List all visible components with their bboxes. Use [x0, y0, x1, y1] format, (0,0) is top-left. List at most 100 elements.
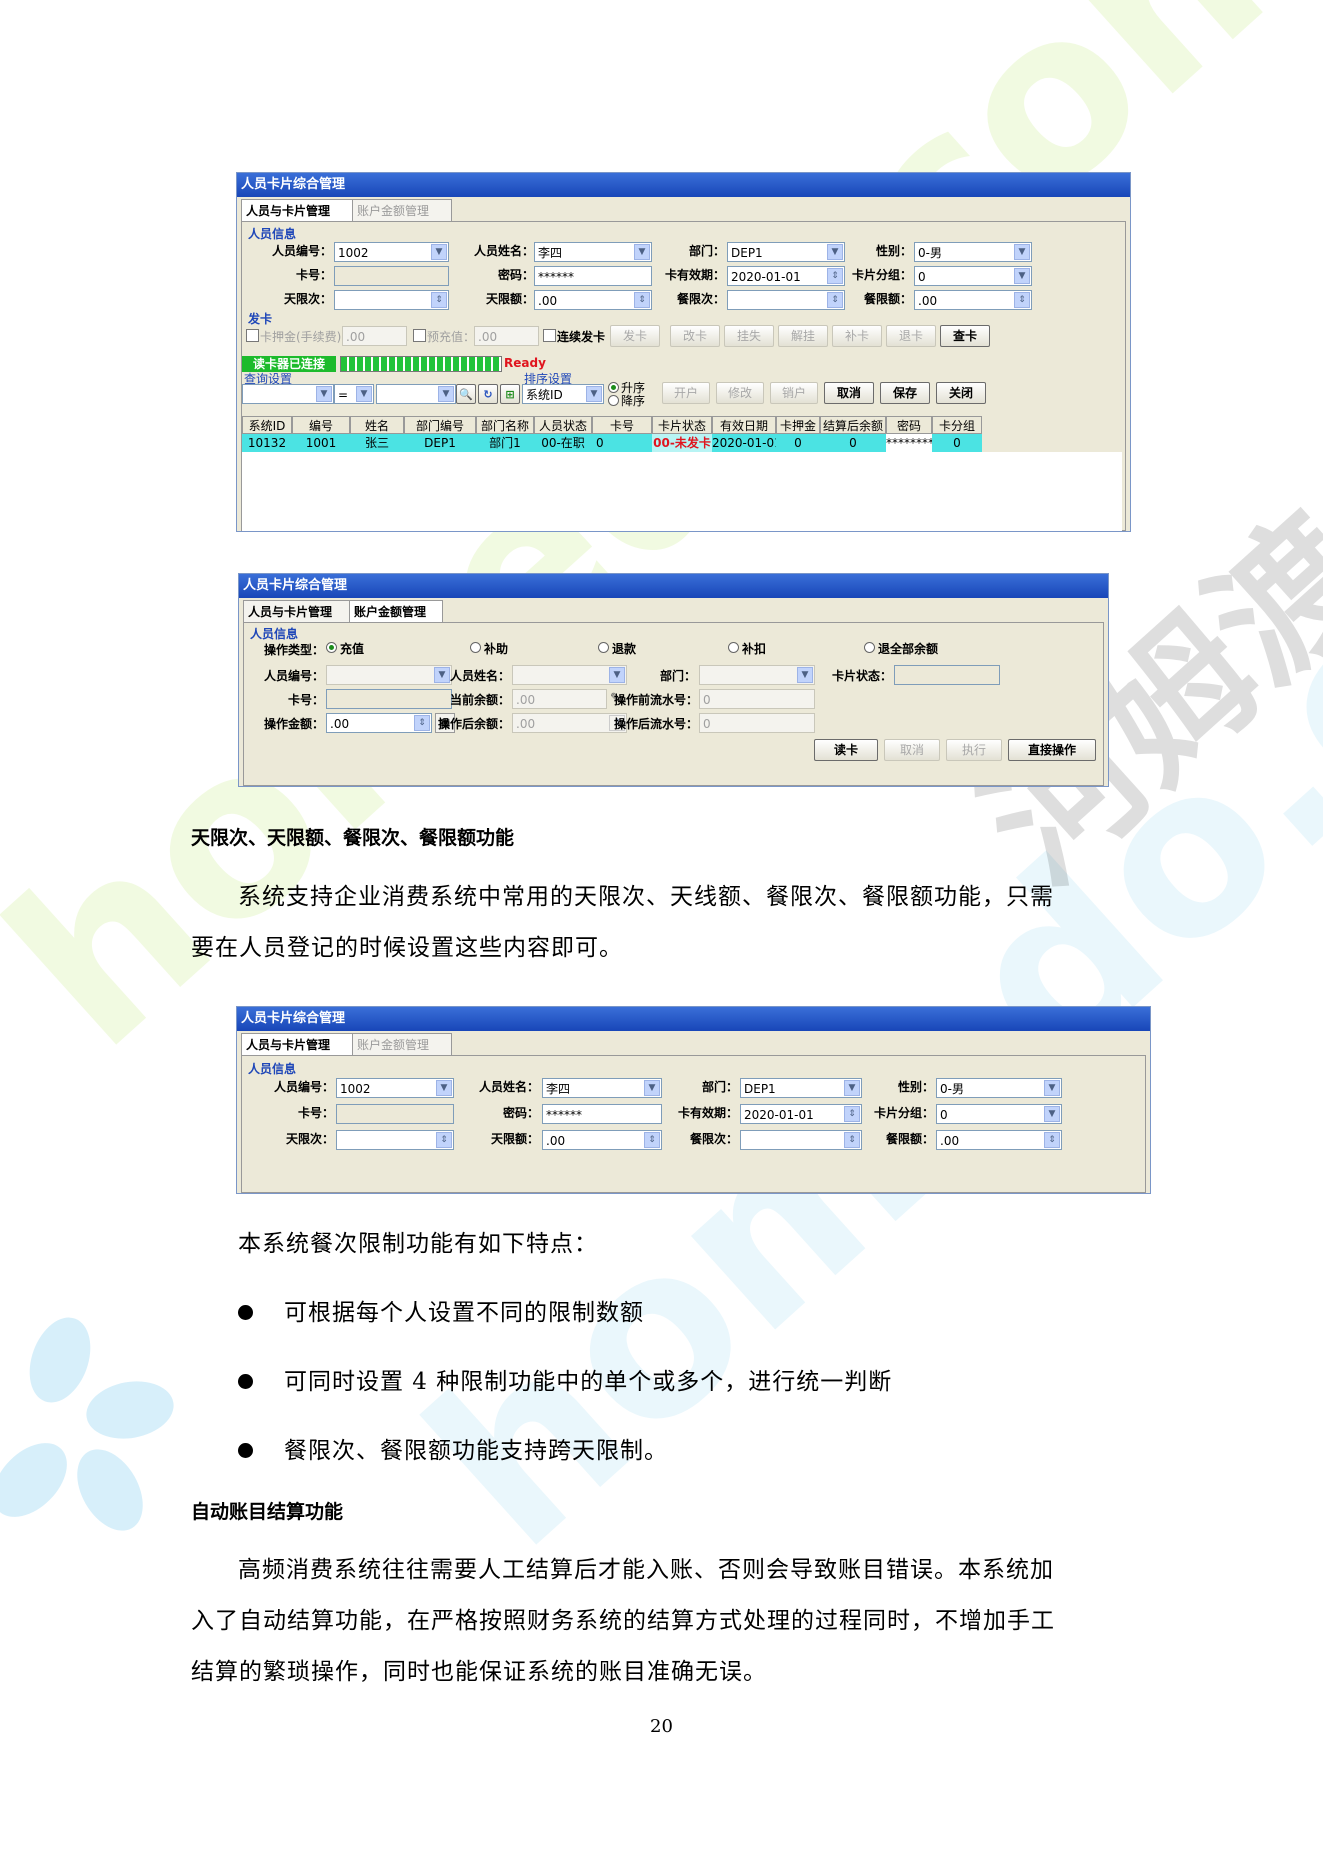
sort-field-select[interactable]: 系统ID ▼	[522, 384, 604, 404]
dept-label: 部门：	[701, 1080, 738, 1094]
reissue-card-button[interactable]: 补卡	[832, 325, 882, 347]
op-refund-all-radio[interactable]	[864, 642, 875, 653]
col-valid-date[interactable]: 有效日期	[712, 416, 776, 434]
balance-label: 当前余额：	[449, 693, 510, 707]
close-account-button[interactable]: 销户	[770, 382, 818, 404]
col-person-status[interactable]: 人员状态	[534, 416, 592, 434]
op-refund-radio[interactable]	[598, 642, 609, 653]
password-field[interactable]: ******	[534, 266, 652, 286]
query-value-select[interactable]: ▼	[376, 384, 456, 404]
direct-operation-button[interactable]: 直接操作	[1008, 739, 1096, 761]
change-card-button[interactable]: 改卡	[670, 325, 720, 347]
sort-asc-radio[interactable]	[608, 382, 619, 393]
cell-system-id: 10132	[242, 434, 292, 452]
group-person-info: 人员信息	[248, 1062, 297, 1076]
person-name-select[interactable]: ▼	[512, 665, 627, 685]
day-amount-label: 天限额：	[485, 292, 534, 306]
dept-select[interactable]: DEP1 ▼	[740, 1078, 862, 1098]
tab-person-card[interactable]: 人员与卡片管理	[241, 199, 356, 222]
tab-person-card[interactable]: 人员与卡片管理	[243, 600, 353, 623]
meal-count-field[interactable]: ⇕	[740, 1130, 862, 1150]
card-group-select[interactable]: 0 ▼	[914, 266, 1032, 286]
day-amount-field[interactable]: .00 ⇕	[534, 290, 652, 310]
tab-person-card[interactable]: 人员与卡片管理	[241, 1033, 356, 1056]
query-field-select[interactable]: ▼	[242, 384, 334, 404]
sort-desc-radio[interactable]	[608, 395, 619, 406]
person-card-panel: 人员信息 人员编号： 1002 ▼ 人员姓名： 李四 ▼ 部门： DEP1 ▼ 性别：…	[241, 1055, 1146, 1193]
gender-select[interactable]: 0-男 ▼	[936, 1078, 1062, 1098]
refresh-icon[interactable]: ↻	[478, 384, 498, 404]
modify-button[interactable]: 修改	[716, 382, 764, 404]
binoculars-search-button[interactable]: 🔍	[456, 384, 476, 404]
col-dept-no[interactable]: 部门编号	[404, 416, 476, 434]
before-serial-field[interactable]: 0	[699, 689, 815, 709]
op-recharge-radio[interactable]	[326, 642, 337, 653]
after-serial-field[interactable]: 0	[699, 713, 815, 733]
unfreeze-button[interactable]: 解挂	[778, 325, 828, 347]
paragraph-limits-line2: 要在人员登记的时候设置这些内容即可。	[191, 935, 623, 961]
report-loss-button[interactable]: 挂失	[724, 325, 774, 347]
person-id-select[interactable]: 1002 ▼	[336, 1078, 454, 1098]
dept-select[interactable]: ▼	[699, 665, 815, 685]
card-no-field[interactable]	[336, 1104, 454, 1124]
read-card-button[interactable]: 读卡	[814, 739, 878, 761]
tab-account-amount[interactable]: 账户金额管理	[352, 1033, 452, 1056]
after-balance-field[interactable]: .00 ⇕	[512, 713, 627, 733]
person-id-select[interactable]: 1002 ▼	[334, 242, 449, 262]
gender-select[interactable]: 0-男 ▼	[914, 242, 1032, 262]
meal-amount-field[interactable]: .00 ⇕	[936, 1130, 1062, 1150]
day-count-field[interactable]: ⇕	[336, 1130, 454, 1150]
col-deposit[interactable]: 卡押金	[776, 416, 820, 434]
tab-account-amount[interactable]: 账户金额管理	[352, 199, 452, 222]
col-number[interactable]: 编号	[292, 416, 350, 434]
day-amount-field[interactable]: .00 ⇕	[542, 1130, 662, 1150]
col-balance[interactable]: 结算后余额	[820, 416, 886, 434]
cell-dept-name: 部门1	[476, 434, 534, 452]
balance-field[interactable]: .00	[512, 689, 607, 709]
col-card-no[interactable]: 卡号	[592, 416, 652, 434]
tab-account-amount[interactable]: 账户金额管理	[349, 600, 443, 623]
col-name[interactable]: 姓名	[350, 416, 404, 434]
meal-count-field[interactable]: ⇕	[727, 290, 845, 310]
cancel-button[interactable]: 取消	[824, 382, 874, 404]
op-deduct-radio[interactable]	[728, 642, 739, 653]
card-group-label: 卡片分组：	[851, 268, 912, 282]
password-field[interactable]: ******	[542, 1104, 662, 1124]
card-status-field[interactable]	[894, 665, 1000, 685]
query-op-select[interactable]: = ▼	[334, 384, 374, 404]
amount-field[interactable]: .00 ⇕	[326, 713, 432, 733]
open-account-button[interactable]: 开户	[662, 382, 710, 404]
col-system-id[interactable]: 系统ID	[242, 416, 292, 434]
col-card-group[interactable]: 卡分组	[932, 416, 982, 434]
valid-date-field[interactable]: 2020-01-01 ⇕	[740, 1104, 862, 1124]
close-button[interactable]: 关闭	[936, 382, 986, 404]
issue-card-button[interactable]: 发卡	[610, 325, 660, 347]
export-icon[interactable]: ⊞	[500, 384, 520, 404]
card-no-field[interactable]	[334, 266, 449, 286]
person-name-select[interactable]: 李四 ▼	[542, 1078, 662, 1098]
deposit-field[interactable]: .00	[342, 326, 407, 346]
save-button[interactable]: 保存	[880, 382, 930, 404]
col-dept-name[interactable]: 部门名称	[476, 416, 534, 434]
cancel-button[interactable]: 取消	[884, 739, 940, 761]
col-card-status[interactable]: 卡片状态	[652, 416, 712, 434]
query-card-button[interactable]: 查卡	[940, 325, 990, 347]
dept-select[interactable]: DEP1 ▼	[727, 242, 845, 262]
chevron-down-icon: ▼	[844, 1080, 860, 1096]
col-password[interactable]: 密码	[886, 416, 932, 434]
return-card-button[interactable]: 退卡	[886, 325, 936, 347]
meal-amount-field[interactable]: .00 ⇕	[914, 290, 1032, 310]
execute-button[interactable]: 执行	[946, 739, 1002, 761]
prepay-checkbox[interactable]	[413, 329, 426, 342]
day-count-label: 天限次：	[285, 1132, 334, 1146]
valid-date-field[interactable]: 2020-01-01 ⇕	[727, 266, 845, 286]
prepay-field[interactable]: .00	[474, 326, 539, 346]
deposit-checkbox[interactable]	[246, 329, 259, 342]
card-no-label: 卡号：	[287, 693, 324, 707]
continuous-issue-checkbox[interactable]	[543, 329, 556, 342]
window-title: 人员卡片综合管理	[239, 574, 1108, 598]
card-group-select[interactable]: 0 ▼	[936, 1104, 1062, 1124]
person-name-select[interactable]: 李四 ▼	[534, 242, 652, 262]
op-subsidy-radio[interactable]	[470, 642, 481, 653]
day-count-field[interactable]: ⇕	[334, 290, 449, 310]
